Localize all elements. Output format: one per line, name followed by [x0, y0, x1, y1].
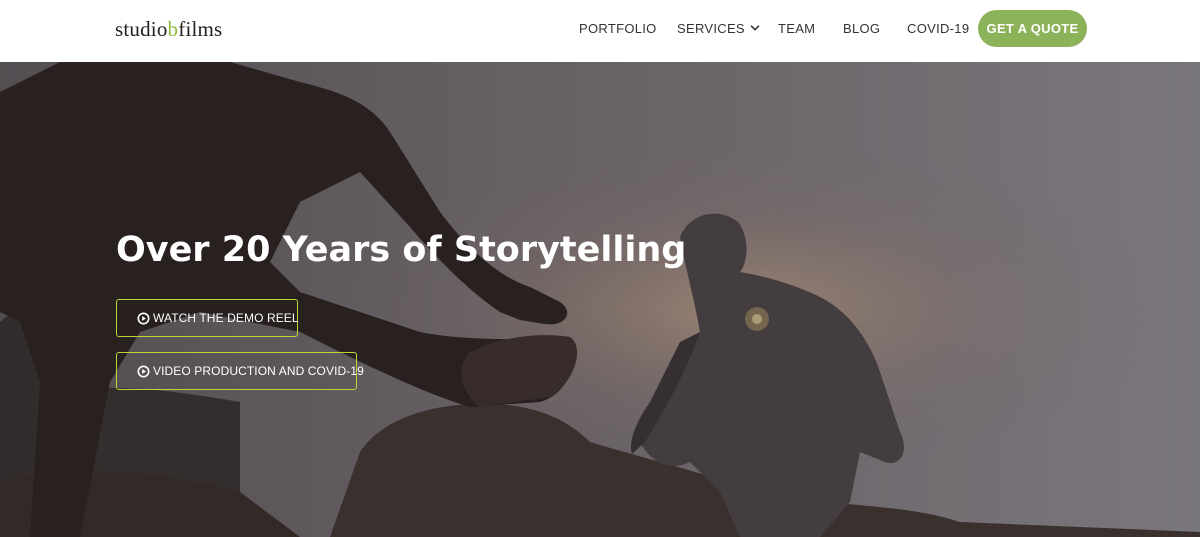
- video-production-covid-button[interactable]: VIDEO PRODUCTION AND COVID-19: [116, 352, 364, 390]
- hero-title: Over 20 Years of Storytelling: [116, 230, 687, 270]
- get-a-quote-button[interactable]: GET A QUOTE: [978, 10, 1087, 47]
- watch-demo-reel-label: WATCH THE DEMO REEL: [153, 311, 299, 325]
- video-production-covid-label: VIDEO PRODUCTION AND COVID-19: [153, 364, 364, 378]
- play-circle-icon: [137, 312, 150, 324]
- play-circle-icon: [137, 365, 150, 377]
- site-header: studiobfilms PORTFOLIO SERVICES TEAM BLO…: [0, 0, 1200, 62]
- nav-item-team[interactable]: TEAM: [778, 21, 815, 39]
- main-navigation: PORTFOLIO SERVICES TEAM BLOG COVID-19 GE…: [0, 0, 1200, 62]
- chevron-down-icon: [750, 25, 760, 31]
- nav-item-covid-19[interactable]: COVID-19: [907, 21, 969, 39]
- watch-demo-reel-button[interactable]: WATCH THE DEMO REEL: [116, 299, 299, 337]
- nav-item-services-label: SERVICES: [677, 21, 745, 36]
- hero-section: Over 20 Years of Storytelling WATCH THE …: [0, 62, 1200, 537]
- nav-item-blog[interactable]: BLOG: [843, 21, 880, 39]
- nav-item-portfolio[interactable]: PORTFOLIO: [579, 21, 657, 39]
- nav-item-services[interactable]: SERVICES: [677, 21, 760, 39]
